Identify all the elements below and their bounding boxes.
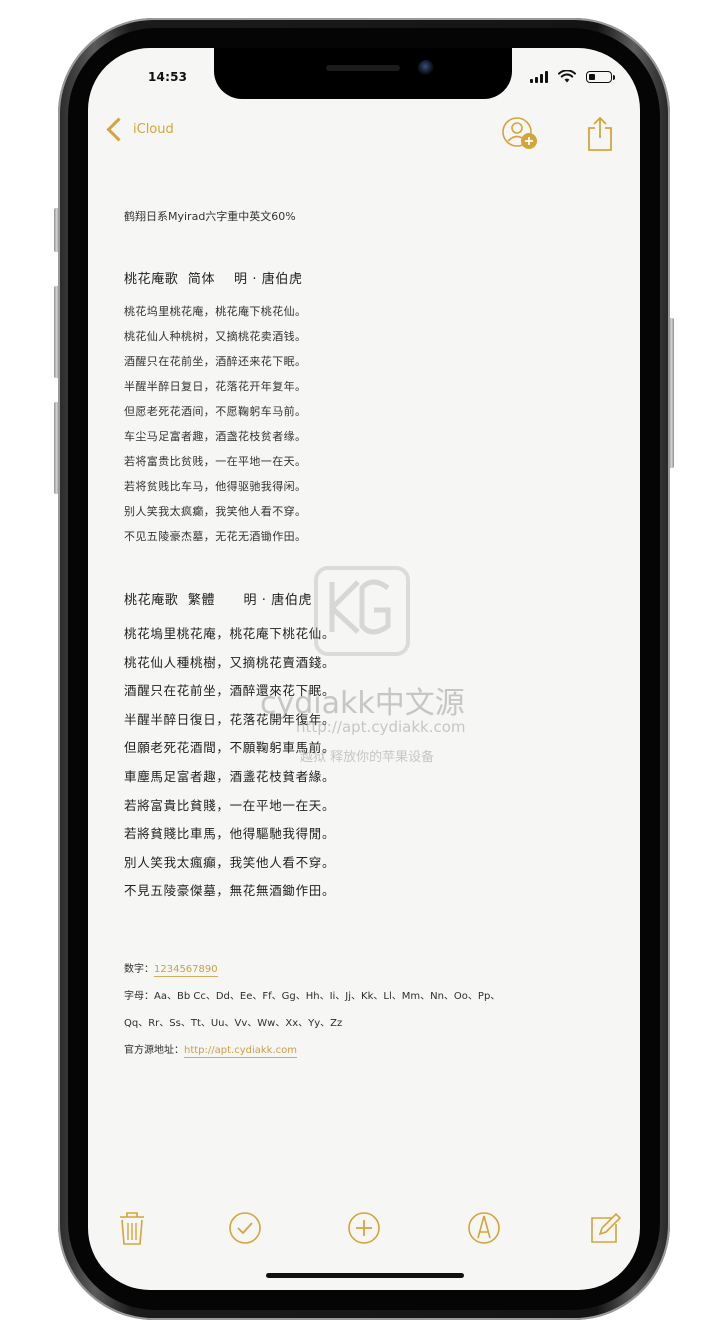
notch [214,48,512,99]
source-label: 官方源地址： [124,1044,184,1056]
battery-icon [586,70,615,83]
poem-line: 酒醒只在花前坐，酒醉还来花下眠。 [124,355,307,368]
compose-icon[interactable] [584,1208,624,1248]
volume-up-button [54,286,59,378]
poem-line: 若将富贵比贫贱，一在平地一在天。 [124,455,307,468]
silent-switch [54,208,59,252]
back-label: iCloud [133,122,174,137]
source-line: 官方源地址：http://apt.cydiakk.com [124,1037,604,1064]
wifi-icon [558,70,576,83]
iphone-frame: 14:53 iCloud 鹤翔日系Myirad六字重中英文60% 桃花庵歌 简体… [54,18,674,1320]
home-indicator[interactable] [266,1273,464,1278]
letters-value: Aa、Bb Cc、Dd、Ee、Ff、Gg、Hh、Ii、Jj、Kk、Ll、Mm、N… [154,990,501,1002]
volume-down-button [54,402,59,494]
poem-line: 酒醒只在花前坐，酒醉還來花下眠。 [124,683,336,699]
poem-line: 桃花塢里桃花庵，桃花庵下桃花仙。 [124,626,336,641]
add-icon[interactable] [344,1208,384,1248]
simplified-poem: 桃花坞里桃花庵，桃花庵下桃花仙。 桃花仙人种桃树，又摘桃花卖酒钱。 酒醒只在花前… [124,299,604,549]
back-button[interactable]: iCloud [104,117,174,142]
traditional-title: 桃花庵歌 繁體 明 · 唐伯虎 [124,593,313,608]
poem-line: 若将贫贱比车马，他得驱驰我得闲。 [124,480,307,493]
poem-line: 不見五陵豪傑墓，無花無酒鋤作田。 [124,883,336,899]
letters-label: 字母： [124,990,154,1002]
source-link[interactable]: http://apt.cydiakk.com [184,1044,297,1058]
status-time: 14:53 [148,70,188,84]
bottom-toolbar [88,1208,640,1252]
poem-line: 别人笑我太疯癫，我笑他人看不穿。 [124,505,307,518]
poem-line: 桃花坞里桃花庵，桃花庵下桃花仙。 [124,305,307,318]
poem-line: 車塵馬足富者趣，酒盞花枝貧者緣。 [124,768,336,784]
trash-icon[interactable] [112,1208,152,1248]
share-icon[interactable] [580,114,620,154]
checklist-icon[interactable] [225,1208,265,1248]
traditional-poem: 桃花塢里桃花庵，桃花庵下桃花仙。 桃花仙人種桃樹，又摘桃花賣酒錢。 酒醒只在花前… [124,620,604,906]
chevron-left-icon [106,117,131,142]
poem-line: 桃花仙人種桃樹，又摘桃花賣酒錢。 [124,654,336,670]
poem-line: 车尘马足富者趣，酒盏花枝贫者缘。 [124,430,307,443]
poem-line: 半醒半醉日復日，花落花開年復年。 [124,711,336,727]
notes-screen: 14:53 iCloud 鹤翔日系Myirad六字重中英文60% 桃花庵歌 简体… [88,48,640,1290]
poem-line: 別人笑我太瘋癲，我笑他人看不穿。 [124,854,336,870]
letters-line-2: Qq、Rr、Ss、Tt、Uu、Vv、Ww、Xx、Yy、Zz [124,1017,343,1029]
status-icons [530,70,615,83]
add-person-icon[interactable] [500,114,540,154]
note-font-title: 鹤翔日系Myirad六字重中英文60% [124,210,296,223]
poem-line: 半醒半醉日复日，花落花开年复年。 [124,380,307,393]
markup-pen-icon[interactable] [464,1208,504,1248]
letters-line: 字母：Aa、Bb Cc、Dd、Ee、Ff、Gg、Hh、Ii、Jj、Kk、Ll、M… [124,983,604,1010]
note-body[interactable]: 鹤翔日系Myirad六字重中英文60% 桃花庵歌 简体 明 · 唐伯虎 桃花坞里… [124,208,604,1064]
poem-line: 但愿老死花酒间，不愿鞠躬车马前。 [124,405,307,418]
digits-line: 数字：1234567890 [124,956,604,983]
poem-line: 若將富貴比貧賤，一在平地一在天。 [124,797,336,813]
digits-label: 数字： [124,963,154,975]
poem-line: 桃花仙人种桃树，又摘桃花卖酒钱。 [124,330,307,343]
camera-icon [418,60,434,76]
poem-line: 若將貧賤比車馬，他得驅馳我得閒。 [124,826,336,842]
simplified-title: 桃花庵歌 简体 明 · 唐伯虎 [124,272,303,287]
poem-line: 但願老死花酒間，不願鞠躬車馬前。 [124,740,336,756]
poem-line: 不见五陵豪杰墓，无花无酒锄作田。 [124,530,307,543]
digits-link[interactable]: 1234567890 [154,963,218,977]
cellular-signal-icon [530,70,548,83]
speaker [326,65,400,71]
side-button [669,318,674,468]
